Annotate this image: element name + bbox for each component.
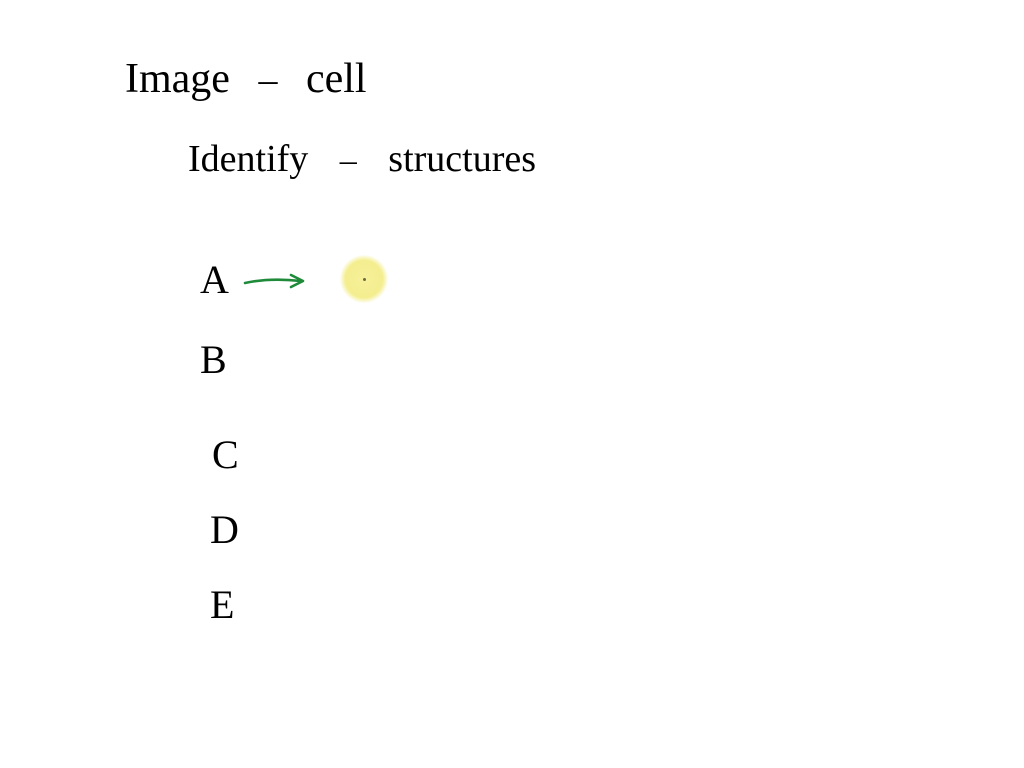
subtitle-right: structures xyxy=(388,138,536,180)
row-label-a: A xyxy=(200,260,229,300)
subtitle-separator: – xyxy=(318,144,379,178)
arrow-icon xyxy=(243,270,318,292)
title-separator: – xyxy=(240,61,295,99)
title-left: Image xyxy=(125,56,230,102)
row-label-c: C xyxy=(212,435,239,475)
subtitle-line: Identify – structures xyxy=(188,140,536,178)
whiteboard-canvas: Image – cell Identify – structures A B C… xyxy=(0,0,1024,768)
arrow-shaft xyxy=(245,280,301,283)
row-label-e: E xyxy=(210,585,234,625)
highlight-dot-icon xyxy=(363,278,366,281)
title-line: Image – cell xyxy=(125,58,367,100)
row-label-b: B xyxy=(200,340,227,380)
title-right: cell xyxy=(306,56,367,102)
subtitle-left: Identify xyxy=(188,138,308,180)
highlight-circle xyxy=(340,255,388,303)
row-label-d: D xyxy=(210,510,239,550)
